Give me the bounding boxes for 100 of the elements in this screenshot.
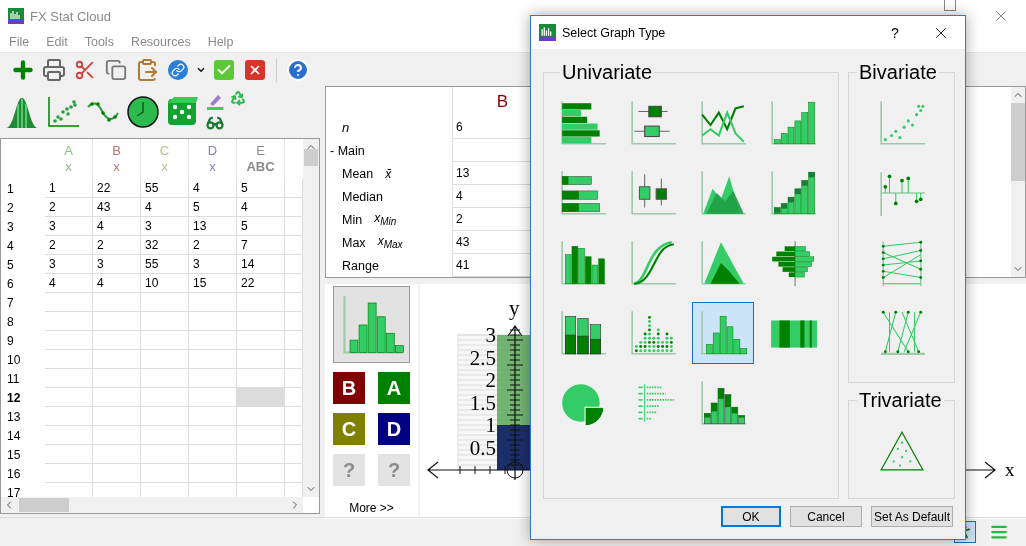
table-cell [45, 331, 93, 350]
area-chart-icon [698, 168, 748, 218]
horizontal-scrollbar[interactable] [1, 497, 303, 513]
scroll-thumb[interactable] [1011, 103, 1025, 181]
table-cell: 15 [189, 274, 237, 293]
app-logo-icon [539, 24, 556, 41]
menu-item[interactable]: Help [207, 35, 234, 49]
menu-item[interactable]: Resources [130, 35, 191, 49]
graph-type-option[interactable] [692, 302, 754, 364]
table-cell [237, 369, 285, 388]
table-cell: 14 [237, 255, 285, 274]
column-letter: D [207, 143, 218, 159]
menu-item[interactable]: Tools [84, 35, 114, 49]
variable-button[interactable]: B [333, 372, 365, 404]
group-label[interactable]: - Main [330, 143, 365, 158]
axis-tick-label: 1 [485, 413, 496, 437]
print-button[interactable] [41, 56, 67, 83]
help-button[interactable]: ? [883, 24, 907, 41]
table-cell [45, 369, 93, 388]
table-cell [93, 350, 141, 369]
pencil-icon[interactable] [206, 92, 224, 110]
glasses-icon[interactable] [206, 114, 224, 132]
scatter-plot-icon[interactable] [46, 95, 80, 129]
table-cell [285, 217, 303, 236]
dialog-button[interactable]: OK [720, 506, 781, 527]
row-header: 4 [6, 237, 15, 255]
group-title: Univariate [561, 61, 654, 84]
table-cell: 43 [93, 198, 141, 217]
menu-item[interactable]: Edit [46, 35, 68, 49]
table-cell: 4 [45, 274, 93, 293]
table-cell [141, 331, 189, 350]
table-cell: 5 [189, 198, 237, 217]
row-header: 3 [6, 218, 15, 236]
s-curve-chart-icon [628, 238, 678, 288]
selected-cell[interactable] [237, 388, 285, 407]
table-cell [93, 369, 141, 388]
table-cell [189, 350, 237, 369]
stacked-rising-bar-icon [768, 168, 818, 218]
row-header: 7 [6, 294, 15, 312]
vertical-scrollbar[interactable] [1011, 87, 1025, 277]
table-cell: 4 [237, 198, 285, 217]
link-icon [168, 59, 188, 80]
dialog-button[interactable]: Cancel [789, 506, 862, 527]
table-cell [141, 350, 189, 369]
table-cell [189, 426, 237, 445]
box-plot-icon [628, 98, 678, 148]
table-cell [189, 369, 237, 388]
more-link[interactable]: More >> [333, 501, 410, 515]
row-header: 16 [6, 465, 22, 483]
stat-symbol: x$_{Min}$ [374, 211, 397, 228]
variable-button[interactable]: D [378, 413, 410, 445]
table-cell [285, 407, 303, 426]
menu-item[interactable]: File [9, 35, 30, 49]
table-cell [93, 426, 141, 445]
group-title: Trivariate [858, 389, 943, 412]
table-cell [285, 274, 303, 293]
help-button[interactable] [285, 56, 311, 83]
table-cell [237, 426, 285, 445]
row-header: 12 [6, 389, 22, 407]
row-header: 2 [6, 199, 15, 217]
window-title: FX Stat Cloud [30, 8, 111, 24]
table-cell [285, 388, 303, 407]
variable-button[interactable]: A [378, 372, 410, 404]
table-cell [285, 331, 303, 350]
scroll-thumb[interactable] [19, 498, 69, 512]
table-cell [93, 445, 141, 464]
dialog-button[interactable]: Set As Default [870, 506, 953, 527]
row-header: 9 [6, 332, 15, 350]
table-cell: 4 [141, 198, 189, 217]
density-chart-icon [698, 238, 748, 288]
table-cell [93, 331, 141, 350]
column-type: x [209, 159, 216, 175]
recycle-icon[interactable] [230, 90, 246, 106]
vertical-scrollbar[interactable] [303, 139, 319, 497]
table-cell [285, 255, 303, 274]
row-header: 11 [6, 370, 21, 388]
column-letter: B [112, 143, 121, 159]
table-cell [45, 312, 93, 331]
axis-label: x [1005, 459, 1015, 480]
table-cell [141, 445, 189, 464]
rising-bar-chart-icon [768, 98, 818, 148]
dialog-title: Select Graph Type [562, 25, 666, 40]
variable-button[interactable]: C [333, 413, 365, 445]
scroll-thumb[interactable] [304, 149, 318, 166]
table-cell: 2 [189, 236, 237, 255]
clock-icon[interactable] [126, 95, 160, 129]
stat-label: Min [342, 212, 363, 227]
bar-chart-icon [558, 238, 608, 288]
graph-preview-button[interactable] [333, 286, 410, 363]
maximize-icon[interactable] [944, 0, 956, 11]
table-cell [93, 312, 141, 331]
column-letter: E [256, 143, 265, 159]
table-cell: 10 [141, 274, 189, 293]
table-cell: 3 [45, 255, 93, 274]
stacked-horizontal-bar-icon [558, 168, 608, 218]
table-cell: 22 [237, 274, 285, 293]
table-cell [237, 331, 285, 350]
table-cell [93, 464, 141, 483]
table-cell: 32 [141, 236, 189, 255]
table-cell [45, 464, 93, 483]
